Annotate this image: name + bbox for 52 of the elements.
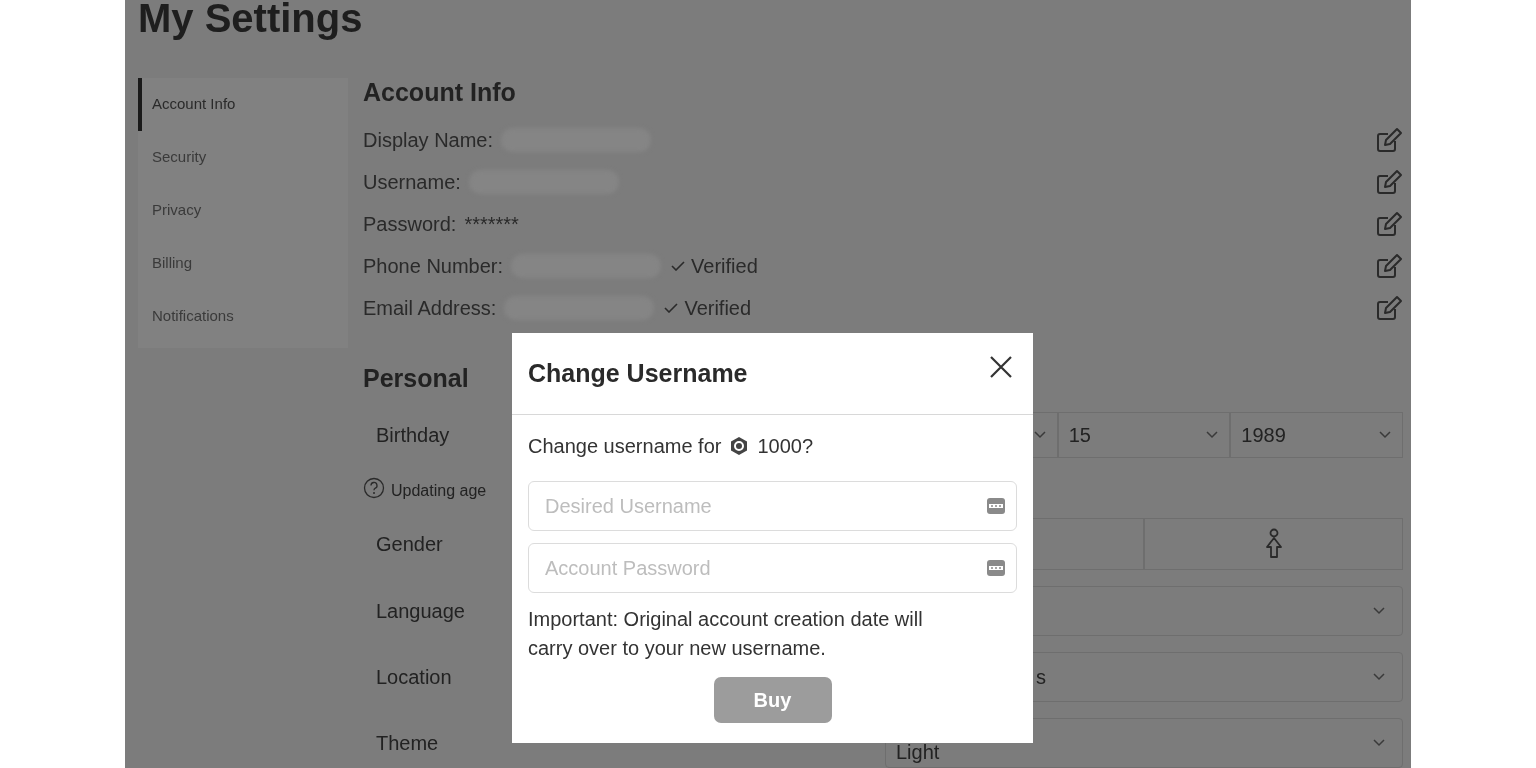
currency-icon: [729, 436, 750, 456]
field-label: Location: [376, 666, 452, 688]
check-icon: [671, 261, 686, 271]
hint-text: Updating age: [391, 481, 487, 501]
edit-icon[interactable]: [1375, 210, 1403, 238]
close-icon[interactable]: [989, 354, 1013, 379]
check-icon: [664, 303, 679, 313]
sidebar-item[interactable]: Notifications: [138, 290, 348, 343]
section-title: Personal: [363, 363, 469, 393]
dialog-title: Change Username: [528, 357, 748, 389]
field-label: Username:: [363, 170, 461, 195]
price-text: 1000?: [757, 434, 814, 459]
field-label: Language: [376, 600, 465, 622]
password-manager-icon[interactable]: [987, 560, 1005, 576]
page-title: My Settings: [138, 0, 364, 42]
field-label: Theme: [376, 732, 439, 754]
chevron-down-icon: [1205, 431, 1220, 439]
edit-icon[interactable]: [1375, 294, 1403, 322]
edit-icon[interactable]: [1375, 252, 1403, 280]
prompt-text: Change username for: [528, 434, 722, 459]
dropdown[interactable]: 1989: [1230, 412, 1403, 458]
sidebar-item[interactable]: Billing: [138, 237, 348, 290]
chevron-down-icon: [1372, 739, 1386, 747]
field-label: Phone Number:: [363, 254, 504, 279]
verified-label: Verified: [691, 254, 758, 279]
chevron-down-icon: [1372, 673, 1386, 681]
field-label: Display Name:: [363, 128, 494, 153]
sidebar-item[interactable]: Account Info: [138, 78, 348, 131]
edit-icon[interactable]: [1375, 126, 1403, 154]
field-label: Gender: [376, 533, 443, 555]
sidebar-item[interactable]: Security: [138, 131, 348, 184]
chevron-down-icon: [1372, 607, 1386, 615]
chevron-down-icon: [1032, 431, 1047, 439]
help-icon[interactable]: [363, 477, 385, 499]
chevron-down-icon: [1378, 431, 1392, 439]
person-icon: [1263, 528, 1284, 560]
password-manager-icon[interactable]: [987, 498, 1005, 514]
input-field[interactable]: Desired Username: [528, 481, 1017, 531]
field-label: Email Address:: [363, 296, 497, 321]
section-title: Account Info: [363, 77, 516, 107]
verified-label: Verified: [684, 296, 752, 321]
dropdown-value: s: [1036, 665, 1046, 690]
dropdown-value: 1989: [1241, 423, 1286, 448]
dropdown-value: Light: [896, 740, 940, 765]
input-field[interactable]: Account Password: [528, 543, 1017, 593]
field-label: Password:: [363, 212, 457, 237]
dropdown-value: 15: [1068, 423, 1091, 448]
field-value: *******: [464, 212, 519, 237]
edit-icon[interactable]: [1375, 168, 1403, 196]
dropdown[interactable]: 15: [1057, 412, 1231, 458]
field-label: Birthday: [376, 424, 450, 446]
sidebar-item[interactable]: Privacy: [138, 184, 348, 237]
